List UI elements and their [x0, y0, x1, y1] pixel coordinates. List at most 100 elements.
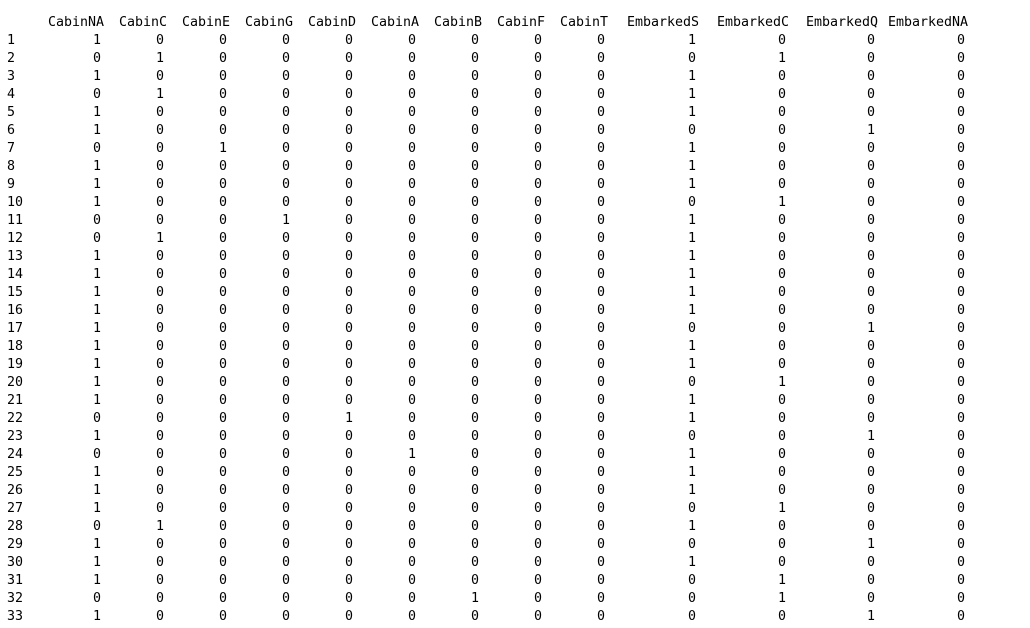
table-cell: 0 [470, 303, 479, 318]
table-cell: 1 [92, 303, 101, 318]
table-cell: 0 [956, 267, 965, 282]
table-cell: 0 [155, 267, 164, 282]
table-cell: 0 [218, 411, 227, 426]
table-row: 32 0 0 0 0 0 0 1 0 0 0 1 0 0 [0, 590, 968, 608]
table-cell: 0 [281, 519, 290, 534]
table-cell: 0 [596, 267, 605, 282]
table-cell: 0 [777, 141, 786, 156]
table-cell: 1 [92, 321, 101, 336]
table-cell: 0 [344, 33, 353, 48]
table-cell: 0 [344, 285, 353, 300]
table-cell: 0 [155, 609, 164, 624]
table-cell: 0 [470, 555, 479, 570]
table-cell: 0 [596, 69, 605, 84]
table-cell: 0 [155, 339, 164, 354]
table-cell: 1 [92, 123, 101, 138]
table-cell: 0 [470, 393, 479, 408]
table-cell: 0 [777, 393, 786, 408]
table-cell: 1 [155, 519, 164, 534]
table-cell: 0 [533, 357, 542, 372]
table-cell: 1 [687, 303, 696, 318]
table-cell: 0 [281, 483, 290, 498]
table-row: 23 1 0 0 0 0 0 0 0 0 0 0 1 0 [0, 428, 968, 446]
table-cell: 0 [596, 51, 605, 66]
table-cell: 0 [218, 105, 227, 120]
table-cell: 0 [155, 429, 164, 444]
table-row: 28 0 1 0 0 0 0 0 0 0 1 0 0 0 [0, 518, 968, 536]
table-cell: 0 [92, 141, 101, 156]
column-header-cabinb: CabinB [433, 15, 482, 30]
table-cell: 0 [281, 501, 290, 516]
row-name: 12 [7, 231, 24, 246]
table-cell: 0 [344, 555, 353, 570]
table-cell: 0 [777, 33, 786, 48]
table-cell: 0 [866, 285, 875, 300]
column-header-cabind: CabinD [307, 15, 356, 30]
table-cell: 0 [533, 591, 542, 606]
table-cell: 0 [533, 375, 542, 390]
table-cell: 0 [470, 519, 479, 534]
table-cell: 0 [407, 591, 416, 606]
table-cell: 0 [596, 303, 605, 318]
table-cell: 1 [687, 267, 696, 282]
table-cell: 0 [777, 249, 786, 264]
table-cell: 1 [92, 609, 101, 624]
table-cell: 0 [777, 123, 786, 138]
table-cell: 0 [777, 303, 786, 318]
table-row: 5 1 0 0 0 0 0 0 0 0 1 0 0 0 [0, 104, 968, 122]
table-cell: 0 [956, 447, 965, 462]
table-cell: 0 [866, 33, 875, 48]
table-cell: 0 [218, 501, 227, 516]
table-cell: 1 [687, 339, 696, 354]
table-cell: 1 [92, 555, 101, 570]
table-row: 20 1 0 0 0 0 0 0 0 0 0 1 0 0 [0, 374, 968, 392]
table-cell: 0 [155, 249, 164, 264]
table-cell: 0 [218, 285, 227, 300]
table-cell: 0 [687, 375, 696, 390]
table-cell: 0 [956, 123, 965, 138]
table-row: 12 0 1 0 0 0 0 0 0 0 1 0 0 0 [0, 230, 968, 248]
table-cell: 0 [155, 411, 164, 426]
row-name: 20 [7, 375, 24, 390]
table-cell: 0 [218, 33, 227, 48]
table-cell: 0 [866, 357, 875, 372]
table-cell: 0 [533, 33, 542, 48]
table-cell: 0 [218, 339, 227, 354]
table-cell: 0 [533, 87, 542, 102]
table-row: 16 1 0 0 0 0 0 0 0 0 1 0 0 0 [0, 302, 968, 320]
table-cell: 0 [407, 429, 416, 444]
row-name: 31 [7, 573, 24, 588]
column-header-embarkeds: EmbarkedS [626, 15, 699, 30]
table-cell: 0 [956, 573, 965, 588]
table-row: 27 1 0 0 0 0 0 0 0 0 0 1 0 0 [0, 500, 968, 518]
table-cell: 0 [281, 357, 290, 372]
table-row: 4 0 1 0 0 0 0 0 0 0 1 0 0 0 [0, 86, 968, 104]
table-cell: 0 [687, 501, 696, 516]
table-cell: 0 [155, 573, 164, 588]
table-cell: 0 [155, 591, 164, 606]
table-row: 19 1 0 0 0 0 0 0 0 0 1 0 0 0 [0, 356, 968, 374]
table-cell: 0 [155, 177, 164, 192]
table-cell: 0 [777, 159, 786, 174]
column-header-embarkedc: EmbarkedC [716, 15, 789, 30]
table-cell: 1 [687, 213, 696, 228]
table-cell: 0 [866, 411, 875, 426]
table-cell: 0 [533, 195, 542, 210]
table-body: 1100000000100020100000000100310000000010… [0, 32, 968, 626]
table-cell: 0 [470, 537, 479, 552]
table-cell: 0 [92, 87, 101, 102]
table-row: 25 1 0 0 0 0 0 0 0 0 1 0 0 0 [0, 464, 968, 482]
table-cell: 0 [344, 249, 353, 264]
table-cell: 0 [777, 69, 786, 84]
column-header-cabine: CabinE [181, 15, 230, 30]
table-cell: 0 [866, 447, 875, 462]
table-cell: 0 [956, 357, 965, 372]
table-cell: 0 [155, 285, 164, 300]
table-cell: 0 [470, 105, 479, 120]
column-header-cabint: CabinT [559, 15, 608, 30]
table-cell: 0 [533, 231, 542, 246]
table-row: 17 1 0 0 0 0 0 0 0 0 0 0 1 0 [0, 320, 968, 338]
table-cell: 1 [92, 105, 101, 120]
table-cell: 0 [533, 447, 542, 462]
table-cell: 0 [866, 249, 875, 264]
